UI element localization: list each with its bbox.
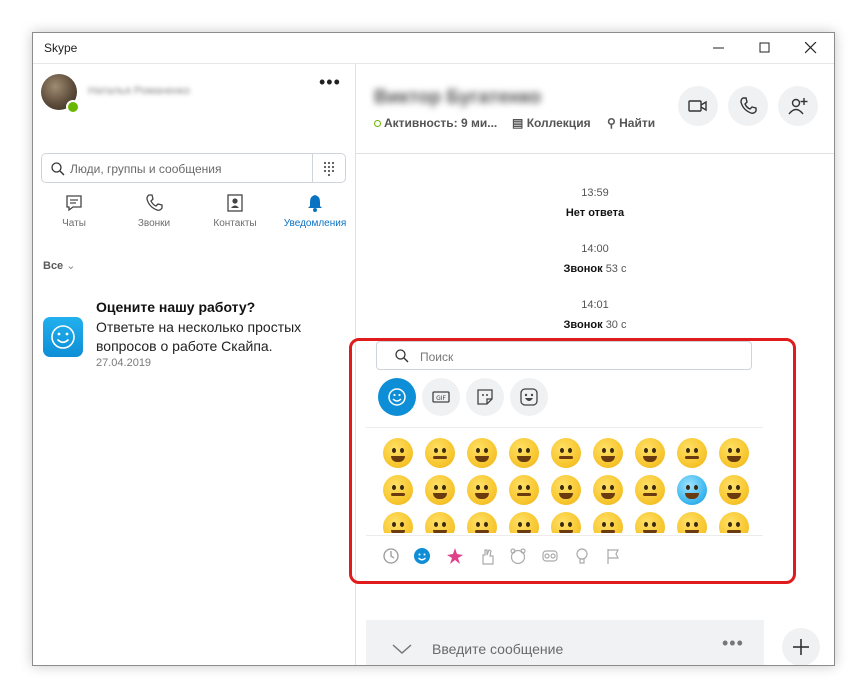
phone-icon [740,97,757,114]
emoji-panel-highlight [349,338,796,584]
add-content-button[interactable] [782,628,820,665]
add-person-icon [788,98,808,115]
window-title: Skype [44,41,78,55]
chevron-down-icon[interactable] [392,644,412,654]
activity-status: Активность: 9 ми... [374,116,497,130]
tab-label: Чаты [62,218,86,229]
tab-label: Звонки [137,218,171,229]
phone-icon [146,194,163,211]
chevron-down-icon: ⌄ [66,260,76,272]
close-icon [805,42,817,54]
chat-header: Виктор Бугатенко Активность: 9 ми... ▤ К… [356,64,834,154]
search-field[interactable]: Люди, группы и сообщения [41,153,313,183]
notification-body[interactable]: Ответьте на несколько простых вопросов о… [96,318,326,356]
tab-calls[interactable]: Звонки [114,193,194,235]
filter-label: Все [43,260,64,272]
message-time: 14:00 [581,243,609,255]
tab-notifications[interactable]: Уведомления [275,193,355,235]
search-icon [51,162,65,176]
maximize-icon [759,42,770,53]
message-composer[interactable]: Введите сообщение ••• [366,620,764,665]
bell-icon [308,195,322,212]
message-input[interactable]: Введите сообщение [432,641,563,657]
minimize-icon [713,47,724,49]
message-text: Звонок 53 с [563,263,627,275]
audio-call-button[interactable] [728,86,768,126]
close-button[interactable] [788,33,834,63]
collection-link[interactable]: ▤ Коллекция [512,116,591,130]
chat-icon [66,195,82,212]
video-call-button[interactable] [678,86,718,126]
title-bar: Skype [33,33,834,64]
sidebar: Наталья Романенко ••• Люди, группы и соо… [33,64,356,665]
tab-label: Уведомления [283,218,347,229]
message-time: 14:01 [581,299,609,311]
notification-title[interactable]: Оцените нашу работу? [96,299,255,315]
notification-date: 27.04.2019 [96,357,152,369]
status-icon [374,120,381,127]
contact-name[interactable]: Виктор Бугатенко [374,87,541,109]
maximize-button[interactable] [742,33,788,63]
tab-chats[interactable]: Чаты [34,193,114,235]
message-text: Звонок 30 с [563,319,627,331]
tab-contacts[interactable]: Контакты [195,193,275,235]
search-icon: ⚲ [607,116,616,130]
more-options-button[interactable]: ••• [319,73,341,97]
composer-more-button[interactable]: ••• [722,633,744,654]
dialpad-button[interactable] [313,153,346,183]
dialpad-icon [323,161,335,177]
tab-label: Контакты [213,218,257,229]
video-camera-icon [688,100,707,112]
add-participant-button[interactable] [778,86,818,126]
search-input[interactable]: Люди, группы и сообщения [70,162,222,176]
plus-icon [793,639,809,655]
contacts-icon [227,194,243,212]
minimize-button[interactable] [696,33,742,63]
profile-name[interactable]: Наталья Романенко [88,85,190,97]
gallery-icon: ▤ [512,116,524,130]
filter-dropdown[interactable]: Все ⌄ [43,259,75,272]
message-time: 13:59 [581,187,609,199]
find-link[interactable]: ⚲ Найти [607,116,655,130]
presence-indicator [66,100,80,114]
message-text: Нет ответа [565,207,625,219]
smiley-notification-icon [43,317,83,357]
